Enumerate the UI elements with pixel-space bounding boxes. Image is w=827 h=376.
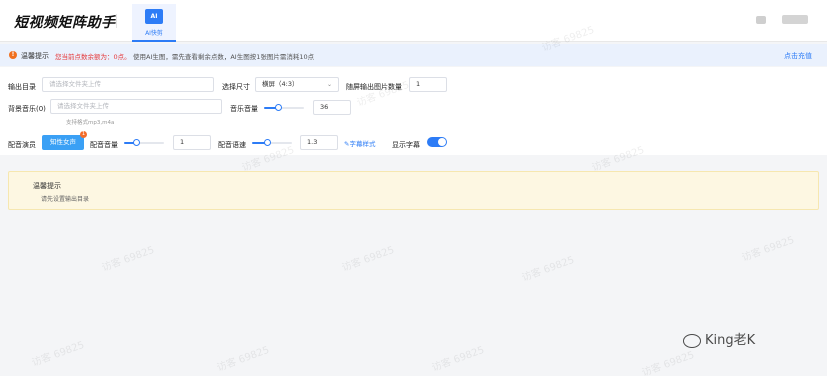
voice-label: 配音演员 <box>8 141 36 149</box>
voice-badge: 1 <box>80 131 87 138</box>
warning-box <box>8 171 819 210</box>
count-input[interactable]: 1 <box>409 77 447 92</box>
app-root: 短视频矩阵助手 AI AI快剪 ! 温馨提示 您当前点数余额为：0点。 使用AI… <box>0 0 827 376</box>
output-dir-label: 输出目录 <box>8 83 36 91</box>
voice-volume-slider[interactable] <box>124 139 164 147</box>
voice-speed-input[interactable]: 1.3 <box>300 135 338 150</box>
watermark: 访客 69825 <box>740 234 796 264</box>
show-subtitle-toggle[interactable] <box>427 137 447 147</box>
watermark: 访客 69825 <box>520 254 576 284</box>
music-volume-input[interactable]: 36 <box>313 100 351 115</box>
warning-icon: ! <box>9 51 17 59</box>
voice-speed-label: 配音语速 <box>218 141 246 149</box>
music-volume-slider[interactable] <box>264 104 304 112</box>
output-dir-input[interactable]: 请选择文件夹上传 <box>42 77 214 92</box>
size-select-value: 横屏（4:3） <box>262 80 299 88</box>
tab-label: AI快剪 <box>145 30 163 37</box>
bgm-label: 背景音乐(0) <box>8 105 46 113</box>
watermark: 访客 69825 <box>30 339 86 369</box>
watermark: 访客 69825 <box>640 349 696 376</box>
voice-volume-input[interactable]: 1 <box>173 135 211 150</box>
wechat-icon <box>683 333 701 348</box>
slider-knob[interactable] <box>133 139 140 146</box>
music-volume-label: 音乐音量 <box>230 105 258 113</box>
warning-title: 温馨提示 <box>33 182 61 190</box>
warning-text: 请先设置输出目录 <box>41 196 90 203</box>
watermark: 访客 69825 <box>340 244 396 274</box>
ai-film-icon: AI <box>145 9 163 24</box>
slider-knob[interactable] <box>264 139 271 146</box>
watermark: 访客 69825 <box>100 244 156 274</box>
subtitle-style-link[interactable]: ✎字幕样式 <box>344 138 375 148</box>
size-select[interactable]: 横屏（4:3） ⌄ <box>255 77 339 92</box>
recharge-link[interactable]: 点击充值 <box>784 51 812 61</box>
app-logo: 短视频矩阵助手 <box>14 15 116 31</box>
wechat-watermark: King老K <box>683 329 755 348</box>
watermark: 访客 69825 <box>215 344 271 374</box>
user-name-blurred[interactable] <box>782 15 808 24</box>
show-subtitle-label: 显示字幕 <box>392 141 420 149</box>
top-header: 短视频矩阵助手 AI AI快剪 <box>0 0 827 42</box>
slider-knob[interactable] <box>275 104 282 111</box>
user-avatar[interactable] <box>756 16 766 24</box>
voice-actor-button[interactable]: 知性女声 <box>42 135 84 150</box>
header-divider <box>116 14 117 28</box>
watermark: 访客 69825 <box>430 344 486 374</box>
chevron-down-icon: ⌄ <box>326 81 332 88</box>
toggle-knob <box>438 138 446 146</box>
notice-balance: 您当前点数余额为：0点。 <box>55 53 131 61</box>
wechat-name: King老K <box>705 333 756 348</box>
voice-volume-label: 配音音量 <box>90 141 118 149</box>
notice-title: 温馨提示 <box>21 52 49 60</box>
notice-bar: ! 温馨提示 您当前点数余额为：0点。 使用AI生图，需先查看剩余点数，AI生图… <box>0 44 827 66</box>
notice-text: 使用AI生图，需先查看剩余点数，AI生图按1张图片需消耗10点 <box>133 53 315 61</box>
bgm-format-hint: 支持格式mp3,m4a <box>66 120 115 126</box>
tab-ai-quick-edit[interactable]: AI AI快剪 <box>132 4 176 42</box>
size-label: 选择尺寸 <box>222 83 250 91</box>
bgm-input[interactable]: 请选择文件夹上传 <box>50 99 222 114</box>
